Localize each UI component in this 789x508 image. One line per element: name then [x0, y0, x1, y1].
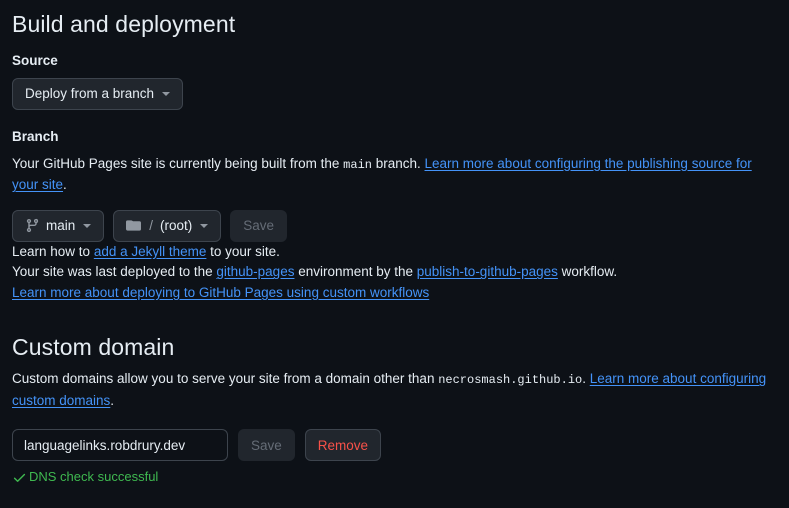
branch-description: Your GitHub Pages site is currently bein… [12, 154, 773, 196]
custom-domain-description: Custom domains allow you to serve your s… [12, 369, 773, 411]
source-dropdown-button[interactable]: Deploy from a branch [12, 77, 184, 110]
domain-remove-label: Remove [317, 437, 369, 453]
custom-domain-input[interactable] [12, 429, 228, 462]
custom-domain-title: Custom domain [12, 334, 175, 361]
branch-description-prefix: Your GitHub Pages site is currently bein… [12, 155, 344, 171]
path-slash: / [149, 218, 154, 234]
jekyll-suffix: to your site. [206, 243, 280, 259]
branch-description-middle: branch. [371, 155, 425, 171]
branch-select-button[interactable]: main [12, 209, 105, 242]
deployment-prefix: Your site was last deployed to the [12, 264, 217, 280]
environment-link[interactable]: github-pages [216, 264, 294, 279]
check-icon [12, 470, 27, 485]
custom-domain-row: Save Remove [12, 429, 773, 462]
branch-description-suffix: . [63, 177, 67, 193]
chevron-down-icon [162, 91, 171, 96]
source-row: Deploy from a branch [12, 77, 773, 110]
deployment-suffix: workflow. [557, 264, 618, 280]
github-pages-settings: Build and deployment Source Deploy from … [0, 0, 789, 485]
source-dropdown-label: Deploy from a branch [25, 86, 155, 102]
path-select-button[interactable]: / (root) [113, 209, 222, 242]
git-branch-icon [25, 218, 40, 233]
deployment-middle: environment by the [294, 264, 417, 280]
source-label: Source [12, 52, 58, 68]
custom-domain-middle: . [582, 371, 590, 387]
page-title: Build and deployment [12, 11, 236, 37]
branch-save-button[interactable]: Save [230, 209, 288, 242]
jekyll-prefix: Learn how to [12, 243, 94, 259]
branch-inline-code: main [343, 157, 372, 172]
domain-remove-button[interactable]: Remove [304, 429, 382, 462]
branch-save-label: Save [243, 218, 275, 234]
branch-label: Branch [12, 128, 59, 144]
folder-icon [126, 218, 142, 233]
branch-select-label: main [46, 218, 76, 234]
default-domain-code: necrosmash.github.io [438, 373, 583, 388]
chevron-down-icon [200, 223, 209, 228]
branch-selector-row: main / (root) Save [12, 209, 773, 242]
custom-domain-prefix: Custom domains allow you to serve your s… [12, 371, 439, 387]
chevron-down-icon [83, 223, 92, 228]
domain-save-button[interactable]: Save [238, 429, 295, 462]
jekyll-theme-link[interactable]: add a Jekyll theme [94, 244, 207, 259]
domain-save-label: Save [251, 437, 282, 453]
custom-domain-suffix: . [110, 392, 115, 408]
deployment-status-text: Your site was last deployed to the githu… [12, 262, 773, 303]
jekyll-theme-text: Learn how to add a Jekyll theme to your … [12, 242, 773, 263]
workflow-link[interactable]: publish-to-github-pages [417, 264, 558, 279]
dns-status: DNS check successful [12, 469, 773, 485]
custom-workflows-link[interactable]: Learn more about deploying to GitHub Pag… [12, 285, 429, 300]
dns-status-label: DNS check successful [29, 469, 159, 485]
path-select-label: (root) [160, 218, 193, 234]
